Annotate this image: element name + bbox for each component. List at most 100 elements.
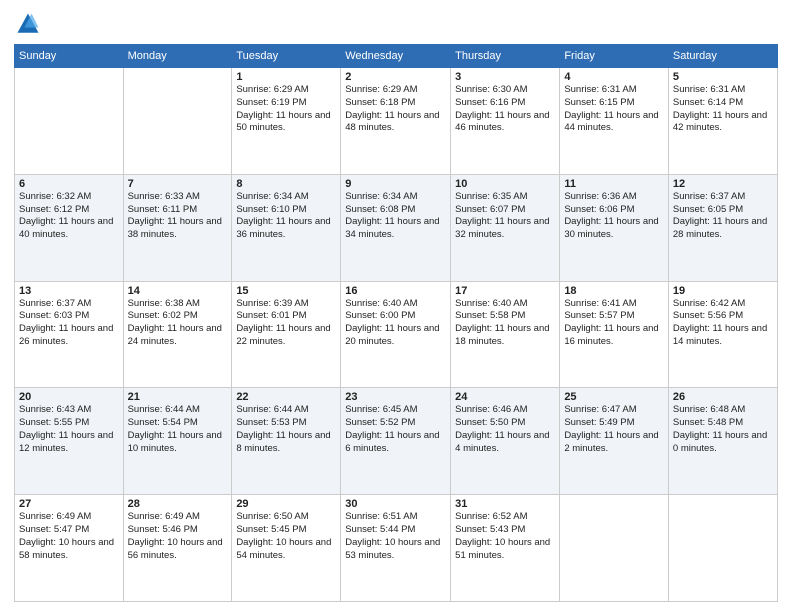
calendar-day-cell: 19Sunrise: 6:42 AMSunset: 5:56 PMDayligh…: [668, 281, 777, 388]
calendar-table: SundayMondayTuesdayWednesdayThursdayFrid…: [14, 44, 778, 602]
day-number: 12: [673, 178, 773, 190]
day-detail: Sunrise: 6:40 AMSunset: 6:00 PMDaylight:…: [345, 298, 446, 349]
day-detail: Sunrise: 6:34 AMSunset: 6:08 PMDaylight:…: [345, 191, 446, 242]
calendar-week-row: 1Sunrise: 6:29 AMSunset: 6:19 PMDaylight…: [15, 68, 778, 175]
day-number: 28: [128, 498, 228, 510]
calendar-day-cell: 14Sunrise: 6:38 AMSunset: 6:02 PMDayligh…: [123, 281, 232, 388]
calendar-day-cell: 28Sunrise: 6:49 AMSunset: 5:46 PMDayligh…: [123, 495, 232, 602]
day-number: 30: [345, 498, 446, 510]
day-number: 3: [455, 71, 555, 83]
calendar-day-cell: 12Sunrise: 6:37 AMSunset: 6:05 PMDayligh…: [668, 174, 777, 281]
day-number: 17: [455, 285, 555, 297]
calendar-day-cell: 1Sunrise: 6:29 AMSunset: 6:19 PMDaylight…: [232, 68, 341, 175]
calendar-day-cell: 6Sunrise: 6:32 AMSunset: 6:12 PMDaylight…: [15, 174, 124, 281]
day-number: 11: [564, 178, 664, 190]
calendar-day-cell: 26Sunrise: 6:48 AMSunset: 5:48 PMDayligh…: [668, 388, 777, 495]
day-number: 31: [455, 498, 555, 510]
day-detail: Sunrise: 6:40 AMSunset: 5:58 PMDaylight:…: [455, 298, 555, 349]
day-number: 9: [345, 178, 446, 190]
day-detail: Sunrise: 6:46 AMSunset: 5:50 PMDaylight:…: [455, 404, 555, 455]
day-detail: Sunrise: 6:30 AMSunset: 6:16 PMDaylight:…: [455, 84, 555, 135]
calendar-day-cell: 22Sunrise: 6:44 AMSunset: 5:53 PMDayligh…: [232, 388, 341, 495]
calendar-day-cell: 11Sunrise: 6:36 AMSunset: 6:06 PMDayligh…: [560, 174, 669, 281]
day-detail: Sunrise: 6:33 AMSunset: 6:11 PMDaylight:…: [128, 191, 228, 242]
calendar-day-cell: 9Sunrise: 6:34 AMSunset: 6:08 PMDaylight…: [341, 174, 451, 281]
calendar-day-cell: 29Sunrise: 6:50 AMSunset: 5:45 PMDayligh…: [232, 495, 341, 602]
page: SundayMondayTuesdayWednesdayThursdayFrid…: [0, 0, 792, 612]
day-number: 26: [673, 391, 773, 403]
calendar-day-cell: 8Sunrise: 6:34 AMSunset: 6:10 PMDaylight…: [232, 174, 341, 281]
calendar-week-row: 13Sunrise: 6:37 AMSunset: 6:03 PMDayligh…: [15, 281, 778, 388]
day-detail: Sunrise: 6:29 AMSunset: 6:19 PMDaylight:…: [236, 84, 336, 135]
calendar-day-cell: [560, 495, 669, 602]
day-number: 13: [19, 285, 119, 297]
day-detail: Sunrise: 6:51 AMSunset: 5:44 PMDaylight:…: [345, 511, 446, 562]
calendar-day-cell: 15Sunrise: 6:39 AMSunset: 6:01 PMDayligh…: [232, 281, 341, 388]
day-detail: Sunrise: 6:47 AMSunset: 5:49 PMDaylight:…: [564, 404, 664, 455]
day-number: 1: [236, 71, 336, 83]
day-detail: Sunrise: 6:31 AMSunset: 6:14 PMDaylight:…: [673, 84, 773, 135]
calendar-day-cell: 17Sunrise: 6:40 AMSunset: 5:58 PMDayligh…: [451, 281, 560, 388]
day-detail: Sunrise: 6:43 AMSunset: 5:55 PMDaylight:…: [19, 404, 119, 455]
day-number: 10: [455, 178, 555, 190]
day-detail: Sunrise: 6:44 AMSunset: 5:53 PMDaylight:…: [236, 404, 336, 455]
calendar-day-cell: 24Sunrise: 6:46 AMSunset: 5:50 PMDayligh…: [451, 388, 560, 495]
calendar-day-cell: 23Sunrise: 6:45 AMSunset: 5:52 PMDayligh…: [341, 388, 451, 495]
day-number: 16: [345, 285, 446, 297]
calendar-day-cell: 20Sunrise: 6:43 AMSunset: 5:55 PMDayligh…: [15, 388, 124, 495]
calendar-day-cell: 10Sunrise: 6:35 AMSunset: 6:07 PMDayligh…: [451, 174, 560, 281]
day-number: 25: [564, 391, 664, 403]
day-detail: Sunrise: 6:49 AMSunset: 5:47 PMDaylight:…: [19, 511, 119, 562]
day-detail: Sunrise: 6:50 AMSunset: 5:45 PMDaylight:…: [236, 511, 336, 562]
calendar-day-cell: 3Sunrise: 6:30 AMSunset: 6:16 PMDaylight…: [451, 68, 560, 175]
day-detail: Sunrise: 6:42 AMSunset: 5:56 PMDaylight:…: [673, 298, 773, 349]
logo-icon: [14, 10, 42, 38]
day-of-week-header: Monday: [123, 45, 232, 68]
calendar-day-cell: 30Sunrise: 6:51 AMSunset: 5:44 PMDayligh…: [341, 495, 451, 602]
calendar-day-cell: 4Sunrise: 6:31 AMSunset: 6:15 PMDaylight…: [560, 68, 669, 175]
day-detail: Sunrise: 6:29 AMSunset: 6:18 PMDaylight:…: [345, 84, 446, 135]
calendar-day-cell: 27Sunrise: 6:49 AMSunset: 5:47 PMDayligh…: [15, 495, 124, 602]
day-detail: Sunrise: 6:36 AMSunset: 6:06 PMDaylight:…: [564, 191, 664, 242]
day-number: 19: [673, 285, 773, 297]
day-detail: Sunrise: 6:49 AMSunset: 5:46 PMDaylight:…: [128, 511, 228, 562]
calendar-day-cell: [123, 68, 232, 175]
day-of-week-header: Sunday: [15, 45, 124, 68]
day-number: 27: [19, 498, 119, 510]
day-number: 18: [564, 285, 664, 297]
calendar-day-cell: [15, 68, 124, 175]
day-detail: Sunrise: 6:35 AMSunset: 6:07 PMDaylight:…: [455, 191, 555, 242]
calendar-day-cell: 25Sunrise: 6:47 AMSunset: 5:49 PMDayligh…: [560, 388, 669, 495]
day-number: 5: [673, 71, 773, 83]
day-detail: Sunrise: 6:34 AMSunset: 6:10 PMDaylight:…: [236, 191, 336, 242]
day-number: 2: [345, 71, 446, 83]
day-detail: Sunrise: 6:45 AMSunset: 5:52 PMDaylight:…: [345, 404, 446, 455]
logo: [14, 10, 46, 38]
calendar-day-cell: [668, 495, 777, 602]
day-number: 6: [19, 178, 119, 190]
day-detail: Sunrise: 6:44 AMSunset: 5:54 PMDaylight:…: [128, 404, 228, 455]
calendar-day-cell: 2Sunrise: 6:29 AMSunset: 6:18 PMDaylight…: [341, 68, 451, 175]
day-number: 24: [455, 391, 555, 403]
day-of-week-header: Friday: [560, 45, 669, 68]
calendar-day-cell: 16Sunrise: 6:40 AMSunset: 6:00 PMDayligh…: [341, 281, 451, 388]
calendar-day-cell: 31Sunrise: 6:52 AMSunset: 5:43 PMDayligh…: [451, 495, 560, 602]
day-detail: Sunrise: 6:37 AMSunset: 6:03 PMDaylight:…: [19, 298, 119, 349]
day-of-week-header: Wednesday: [341, 45, 451, 68]
day-number: 4: [564, 71, 664, 83]
calendar-week-row: 6Sunrise: 6:32 AMSunset: 6:12 PMDaylight…: [15, 174, 778, 281]
day-number: 14: [128, 285, 228, 297]
calendar-day-cell: 18Sunrise: 6:41 AMSunset: 5:57 PMDayligh…: [560, 281, 669, 388]
day-detail: Sunrise: 6:31 AMSunset: 6:15 PMDaylight:…: [564, 84, 664, 135]
day-number: 7: [128, 178, 228, 190]
day-of-week-header: Thursday: [451, 45, 560, 68]
calendar-week-row: 20Sunrise: 6:43 AMSunset: 5:55 PMDayligh…: [15, 388, 778, 495]
calendar-header-row: SundayMondayTuesdayWednesdayThursdayFrid…: [15, 45, 778, 68]
calendar-day-cell: 13Sunrise: 6:37 AMSunset: 6:03 PMDayligh…: [15, 281, 124, 388]
calendar-day-cell: 21Sunrise: 6:44 AMSunset: 5:54 PMDayligh…: [123, 388, 232, 495]
day-detail: Sunrise: 6:48 AMSunset: 5:48 PMDaylight:…: [673, 404, 773, 455]
day-of-week-header: Saturday: [668, 45, 777, 68]
calendar-day-cell: 7Sunrise: 6:33 AMSunset: 6:11 PMDaylight…: [123, 174, 232, 281]
day-number: 23: [345, 391, 446, 403]
day-number: 15: [236, 285, 336, 297]
